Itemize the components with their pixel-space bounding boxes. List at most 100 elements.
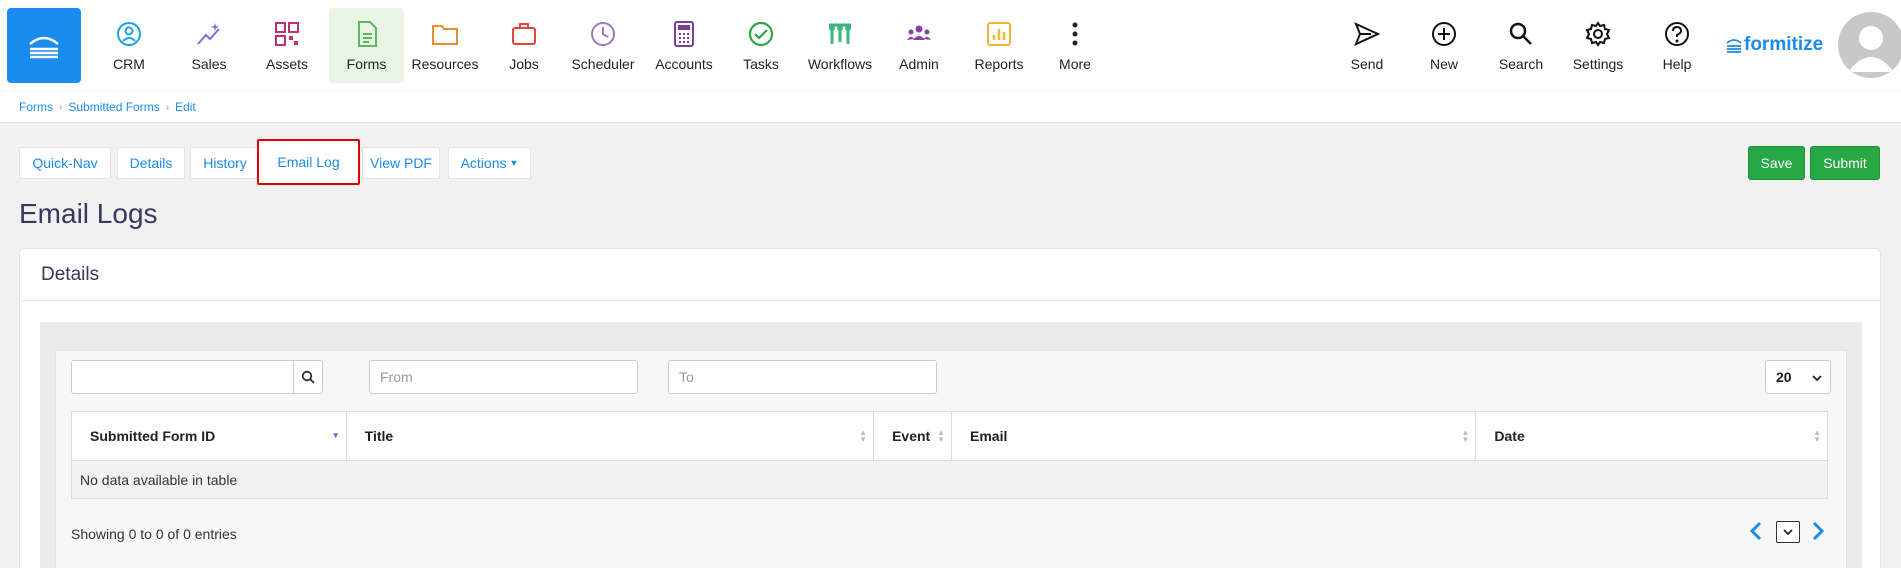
panel-title: Details bbox=[20, 249, 1880, 301]
page-size-value: 20 bbox=[1776, 369, 1792, 385]
nav-label: Scheduler bbox=[571, 56, 635, 72]
sort-icon: ▲ ▼ bbox=[937, 428, 945, 444]
caret-down-icon: ▼ bbox=[509, 158, 519, 168]
nav-help[interactable]: Help bbox=[1645, 8, 1709, 83]
submit-button[interactable]: Submit bbox=[1810, 146, 1880, 180]
nav-scheduler[interactable]: Scheduler bbox=[568, 8, 638, 83]
email-log-table-card: From To 20 Submitted Form ID ▼ Title ▲ ▼ … bbox=[55, 350, 1847, 568]
nav-new[interactable]: New bbox=[1412, 8, 1476, 83]
nav-label: Admin bbox=[899, 56, 939, 72]
previous-page-button[interactable] bbox=[1746, 519, 1766, 543]
sort-icon: ▲ ▼ bbox=[1813, 428, 1821, 444]
table-header-row: Submitted Form ID ▼ Title ▲ ▼ Event ▲ ▼ Em… bbox=[71, 411, 1828, 461]
settings-icon bbox=[1585, 21, 1611, 47]
column-submitted-form-id[interactable]: Submitted Form ID ▼ bbox=[72, 412, 347, 460]
nav-label: More bbox=[1059, 56, 1091, 72]
from-date-input[interactable]: From bbox=[369, 360, 638, 394]
column-title[interactable]: Title ▲ ▼ bbox=[347, 412, 875, 460]
tab-email-log[interactable]: Email Log bbox=[257, 139, 360, 185]
to-date-input[interactable]: To bbox=[668, 360, 937, 394]
breadcrumb-submitted-forms[interactable]: Submitted Forms bbox=[68, 100, 159, 114]
nav-label: Forms bbox=[346, 56, 387, 72]
page-size-select[interactable]: 20 bbox=[1765, 360, 1831, 394]
breadcrumb-edit[interactable]: Edit bbox=[175, 100, 196, 114]
actions-label: Actions bbox=[460, 155, 507, 171]
nav-label: Tasks bbox=[743, 56, 779, 72]
column-email[interactable]: Email ▲ ▼ bbox=[952, 412, 1477, 460]
sort-icon: ▲ ▼ bbox=[859, 428, 868, 444]
nav-label: New bbox=[1429, 56, 1458, 72]
admin-icon bbox=[907, 25, 931, 40]
details-panel: Details From To 20 Submitted Form ID ▼ T… bbox=[19, 248, 1881, 568]
crm-icon bbox=[117, 22, 141, 46]
brand-logo[interactable]: formitize bbox=[1726, 34, 1823, 56]
nav-workflows[interactable]: Workflows bbox=[805, 8, 875, 83]
nav-label: Workflows bbox=[807, 56, 873, 72]
nav-label: Help bbox=[1662, 56, 1692, 72]
search-input[interactable] bbox=[71, 360, 295, 394]
table-empty-row: No data available in table bbox=[71, 461, 1828, 499]
column-header-label: Title bbox=[364, 428, 394, 444]
nav-search[interactable]: Search bbox=[1489, 8, 1553, 83]
user-avatar-icon bbox=[1848, 26, 1894, 72]
nav-admin[interactable]: Admin bbox=[887, 8, 951, 83]
nav-assets[interactable]: Assets bbox=[255, 8, 319, 83]
tab-history[interactable]: History bbox=[190, 147, 260, 179]
nav-label: CRM bbox=[113, 56, 145, 72]
nav-crm[interactable]: CRM bbox=[97, 8, 161, 83]
sales-icon bbox=[197, 23, 220, 45]
accounts-icon bbox=[674, 21, 694, 47]
table-info: Showing 0 to 0 of 0 entries bbox=[71, 526, 237, 542]
save-button[interactable]: Save bbox=[1748, 146, 1805, 180]
workflows-icon bbox=[829, 23, 851, 44]
search-icon bbox=[301, 370, 315, 384]
nav-settings[interactable]: Settings bbox=[1566, 8, 1630, 83]
nav-label: Send bbox=[1350, 56, 1384, 72]
brand-name: formitize bbox=[1744, 34, 1824, 55]
panel-body: From To 20 Submitted Form ID ▼ Title ▲ ▼ … bbox=[40, 322, 1862, 568]
nav-accounts[interactable]: Accounts bbox=[649, 8, 719, 83]
help-icon bbox=[1665, 22, 1689, 46]
more-icon bbox=[1072, 22, 1078, 46]
brand-logo-icon bbox=[1726, 39, 1742, 53]
tab-view-pdf[interactable]: View PDF bbox=[362, 147, 440, 179]
nav-label: Settings bbox=[1572, 56, 1624, 72]
breadcrumb: Forms › Submitted Forms › Edit bbox=[0, 91, 1901, 123]
column-date[interactable]: Date ▲ ▼ bbox=[1476, 412, 1827, 460]
chevron-down-icon bbox=[1783, 529, 1793, 536]
resources-icon bbox=[432, 25, 458, 45]
sort-desc-icon: ▼ bbox=[331, 431, 340, 440]
nav-send[interactable]: Send bbox=[1335, 8, 1399, 83]
scheduler-icon bbox=[591, 22, 615, 46]
tab-quick-nav[interactable]: Quick-Nav bbox=[19, 147, 111, 179]
nav-forms[interactable]: Forms bbox=[329, 8, 404, 83]
top-navigation-bar: CRM Sales Assets Forms Resources Jobs Sc… bbox=[0, 0, 1901, 91]
nav-jobs[interactable]: Jobs bbox=[492, 8, 556, 83]
chevron-left-icon bbox=[1749, 521, 1762, 541]
nav-tasks[interactable]: Tasks bbox=[729, 8, 793, 83]
tab-actions[interactable]: Actions ▼ bbox=[448, 147, 531, 179]
jobs-icon bbox=[512, 23, 536, 45]
nav-more[interactable]: More bbox=[1043, 8, 1107, 83]
nav-label: Reports bbox=[974, 56, 1024, 72]
tab-details[interactable]: Details bbox=[117, 147, 185, 179]
tasks-icon bbox=[748, 21, 774, 47]
nav-label: Jobs bbox=[509, 56, 539, 72]
user-avatar[interactable] bbox=[1838, 12, 1901, 78]
breadcrumb-separator: › bbox=[59, 101, 63, 113]
page-select[interactable] bbox=[1776, 521, 1800, 543]
sort-icon: ▲ ▼ bbox=[1461, 428, 1470, 444]
column-event[interactable]: Event ▲ ▼ bbox=[874, 412, 952, 460]
nav-resources[interactable]: Resources bbox=[410, 8, 480, 83]
chevron-right-icon bbox=[1812, 521, 1825, 541]
search-button[interactable] bbox=[293, 360, 323, 394]
column-header-label: Submitted Form ID bbox=[90, 428, 216, 444]
nav-sales[interactable]: Sales bbox=[177, 8, 241, 83]
send-icon bbox=[1354, 22, 1381, 46]
search-icon bbox=[1509, 22, 1532, 45]
nav-reports[interactable]: Reports bbox=[965, 8, 1033, 83]
next-page-button[interactable] bbox=[1808, 519, 1828, 543]
breadcrumb-forms[interactable]: Forms bbox=[19, 100, 53, 114]
home-button[interactable] bbox=[7, 8, 81, 83]
column-header-label: Date bbox=[1494, 428, 1525, 444]
